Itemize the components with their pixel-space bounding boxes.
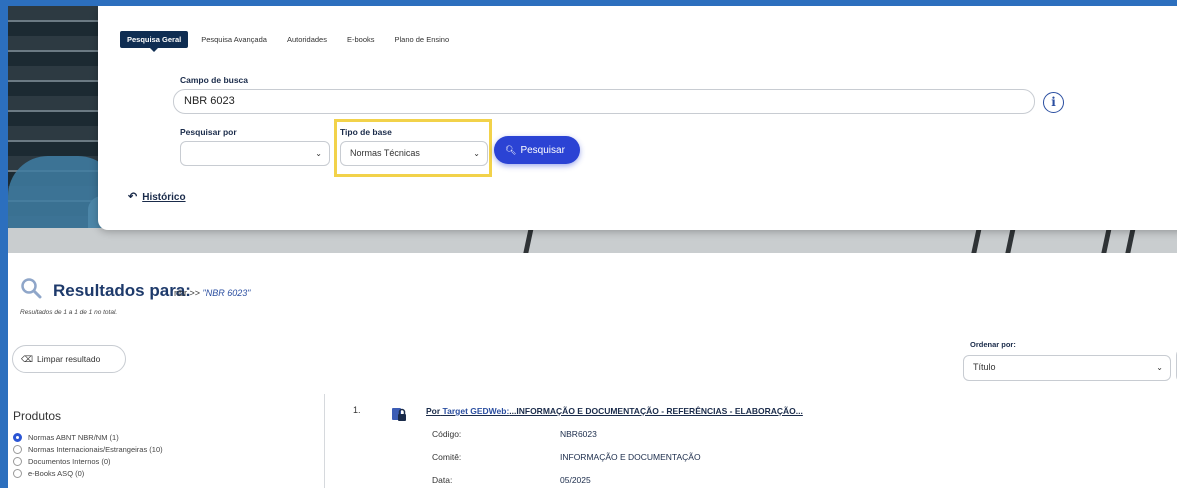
products-title: Produtos (13, 409, 62, 423)
eraser-icon: ⌫ (21, 354, 34, 364)
search-field-label: Campo de busca (180, 75, 249, 85)
result-field-label: Comitê: (432, 452, 462, 462)
history-label: Histórico (142, 192, 186, 203)
result-title: ...INFORMAÇÃO E DOCUMENTAÇÃO - REFERÊNCI… (509, 406, 803, 416)
order-by-label: Ordenar por: (970, 340, 1016, 349)
result-field-value: NBR6023 (560, 429, 597, 439)
highlight-box (334, 119, 492, 177)
results-query-value: "NBR 6023" (202, 288, 251, 298)
search-icon (21, 278, 42, 299)
results-query: nbr >> "NBR 6023" (174, 288, 250, 298)
clear-results-label: Limpar resultado (37, 354, 101, 364)
search-card: Pesquisa Geral Pesquisa Avançada Autorid… (98, 6, 1177, 230)
search-icon: 🔍︎ (505, 145, 517, 155)
results-title: Resultados para: (53, 281, 191, 300)
tab-pesquisa-geral[interactable]: Pesquisa Geral (120, 31, 189, 52)
product-option-label: e-Books ASQ (0) (28, 468, 85, 478)
radio-icon[interactable] (13, 444, 22, 454)
results-query-prefix: nbr >> (174, 288, 201, 298)
result-number: 1. (353, 405, 361, 415)
page-frame: Pesquisa Geral Pesquisa Avançada Autorid… (8, 6, 1177, 488)
result-field-label: Código: (432, 429, 462, 439)
results-count: Resultados de 1 a 1 de 1 no total. (20, 309, 118, 316)
radio-icon[interactable] (13, 456, 22, 466)
result-field-value: 05/2025 (560, 475, 591, 485)
radio-icon[interactable] (13, 468, 22, 478)
search-button[interactable]: 🔍︎ Pesquisar (494, 136, 580, 164)
product-option[interactable]: Documentos Internos (0) (13, 455, 163, 467)
tab-autoridades[interactable]: Autoridades (280, 31, 334, 48)
search-tabs: Pesquisa Geral Pesquisa Avançada Autorid… (120, 31, 462, 52)
tab-e-books[interactable]: E-books (340, 31, 382, 48)
product-option[interactable]: Normas ABNT NBR/NM (1) (13, 431, 163, 443)
search-input[interactable]: NBR 6023 (173, 89, 1035, 114)
locked-document-icon (392, 408, 406, 421)
result-field-value: INFORMAÇÃO E DOCUMENTAÇÃO (560, 452, 701, 462)
info-icon[interactable]: i (1043, 92, 1064, 113)
search-button-label: Pesquisar (520, 145, 565, 156)
product-option-label: Normas ABNT NBR/NM (1) (28, 432, 119, 442)
order-by-select[interactable]: Título ⌄ (963, 355, 1171, 381)
product-option-label: Normas Internacionais/Estrangeiras (10) (28, 444, 163, 454)
search-by-label: Pesquisar por (180, 127, 237, 137)
history-icon: ↶ (128, 191, 138, 203)
product-option[interactable]: e-Books ASQ (0) (13, 467, 163, 479)
sidebar-divider (324, 394, 325, 488)
result-source: Target GEDWeb: (442, 406, 510, 416)
radio-selected-icon[interactable] (13, 432, 22, 442)
result-title-link[interactable]: Por Target GEDWeb:...INFORMAÇÃO E DOCUME… (426, 406, 803, 416)
search-by-select[interactable]: ⌄ (180, 141, 330, 166)
result-by: Por (426, 406, 441, 416)
tab-pesquisa-avancada[interactable]: Pesquisa Avançada (194, 31, 274, 48)
order-by-value: Título (973, 362, 996, 372)
product-option[interactable]: Normas Internacionais/Estrangeiras (10) (13, 443, 163, 455)
clear-results-button[interactable]: ⌫ Limpar resultado (12, 345, 126, 373)
result-field-label: Data: (432, 475, 453, 485)
chevron-down-icon: ⌄ (315, 149, 322, 158)
chevron-down-icon: ⌄ (1156, 363, 1163, 372)
products-list: Normas ABNT NBR/NM (1) Normas Internacio… (13, 431, 163, 479)
history-link[interactable]: ↶ Histórico (128, 190, 186, 203)
tab-plano-de-ensino[interactable]: Plano de Ensino (388, 31, 457, 48)
floor-image (8, 228, 1177, 253)
product-option-label: Documentos Internos (0) (28, 456, 111, 466)
